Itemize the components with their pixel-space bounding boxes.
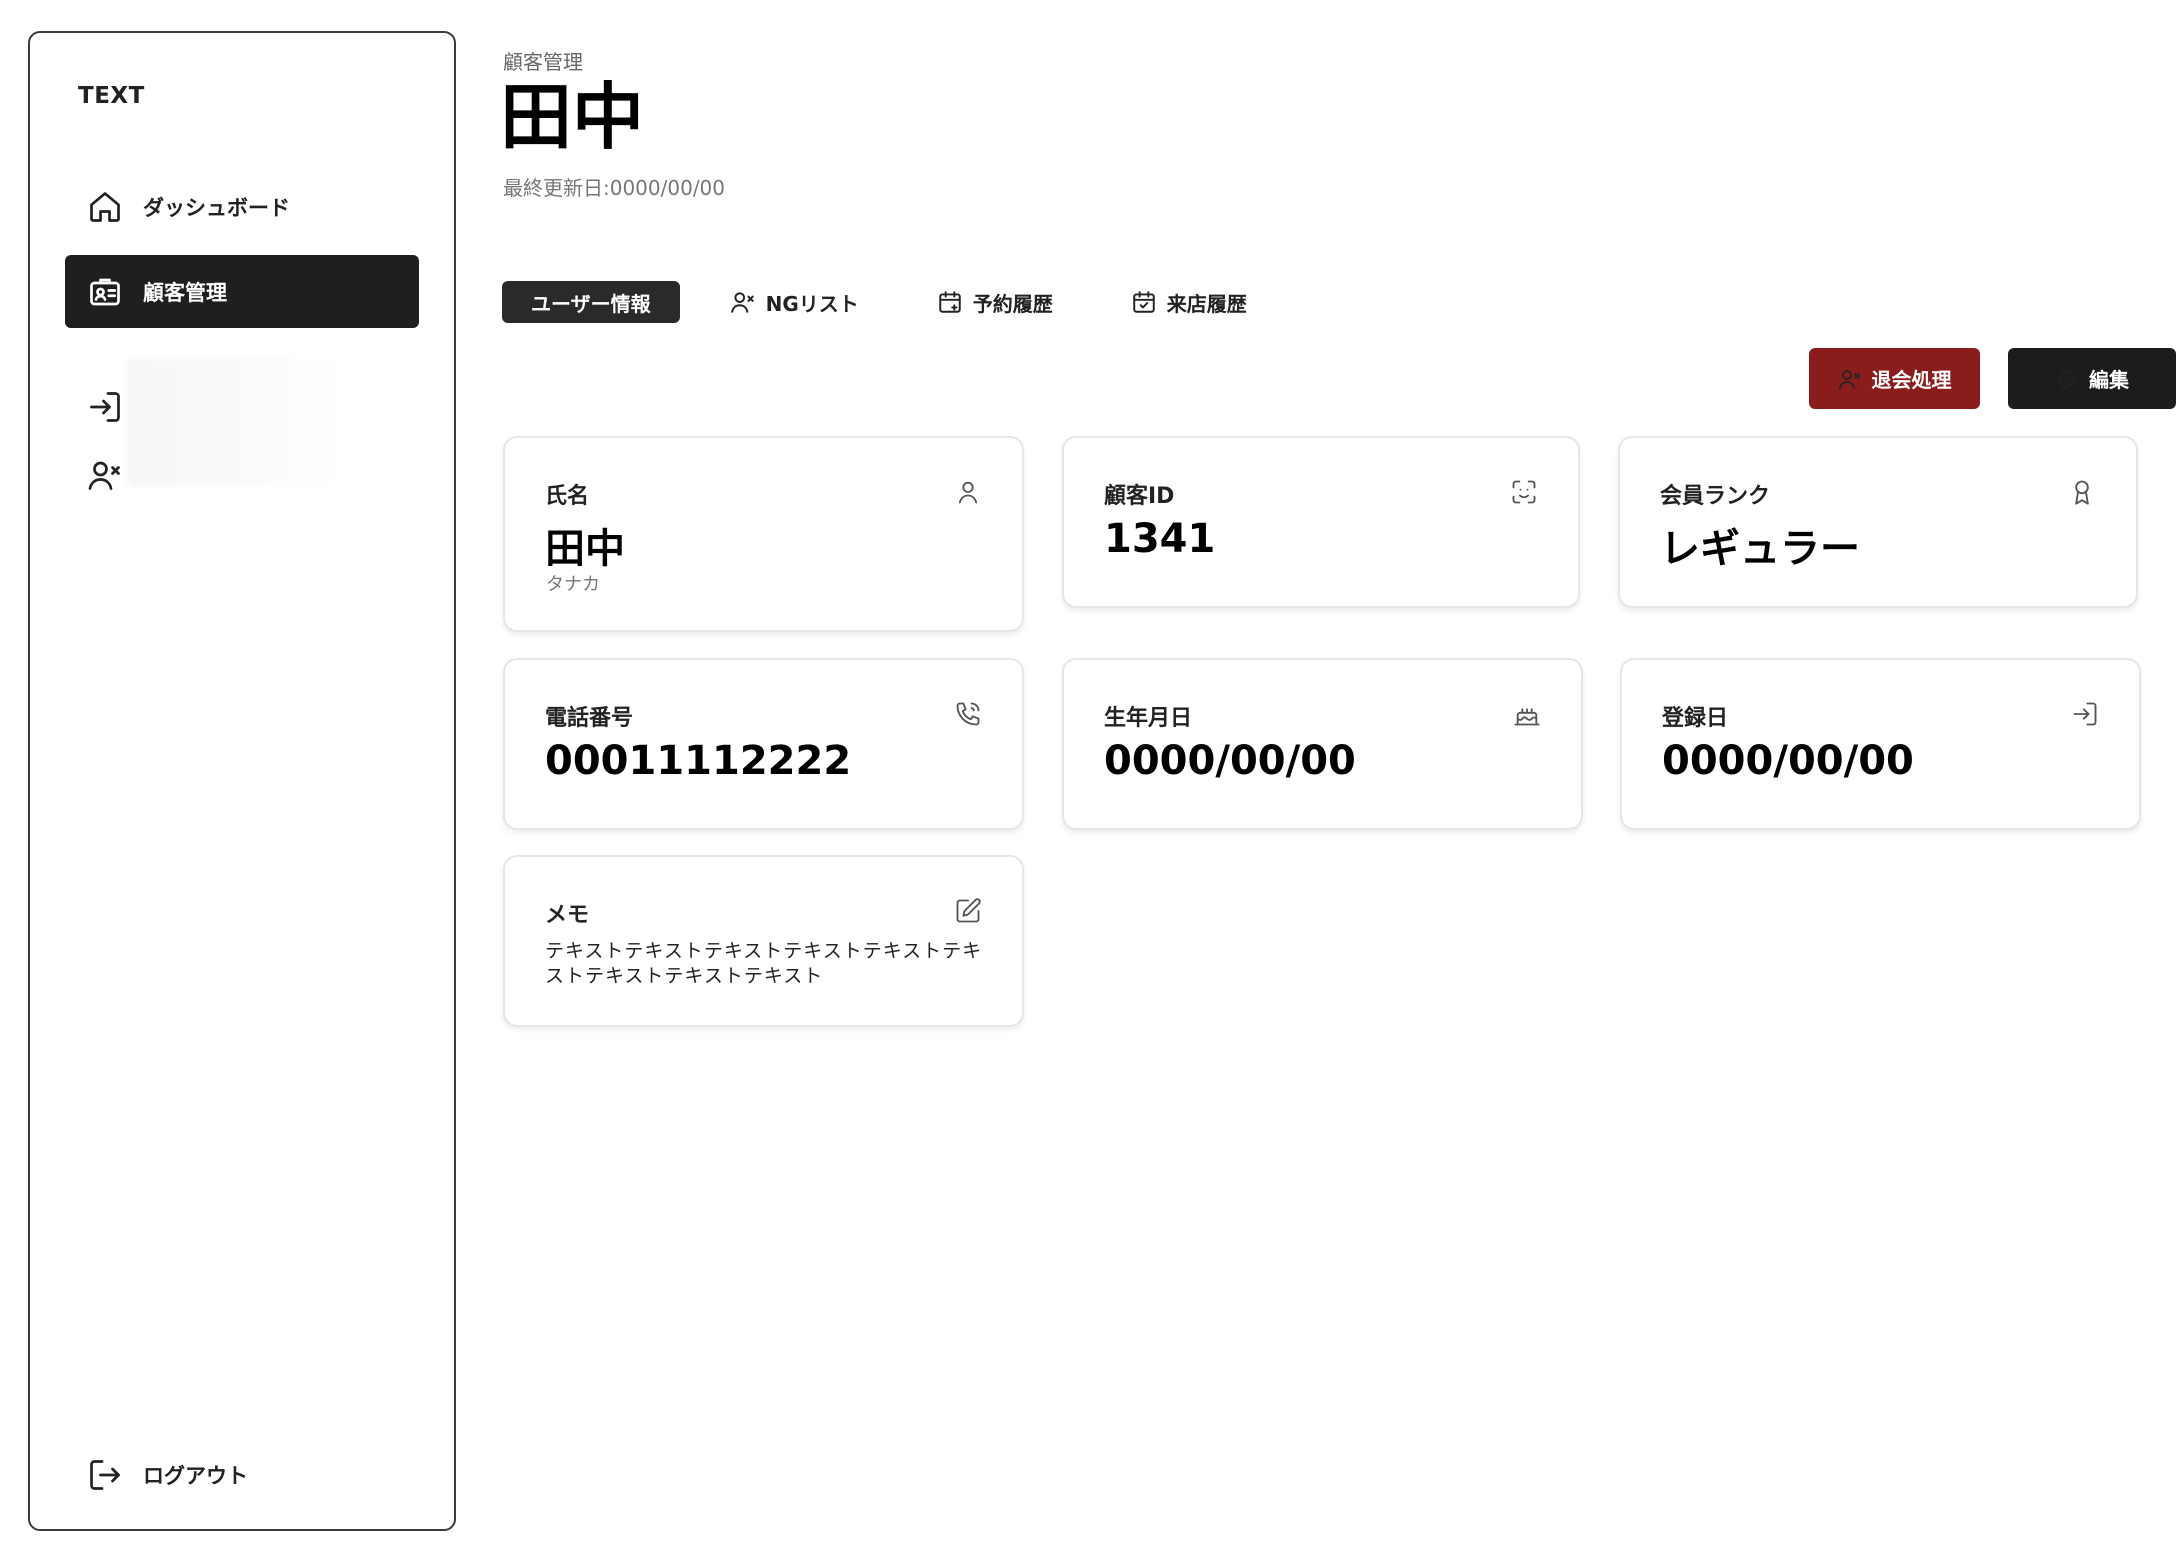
card-value: 0000/00/00 [1104, 738, 1356, 784]
card-birthday: 生年月日 0000/00/00 [1062, 658, 1583, 830]
tab-user-info[interactable]: ユーザー情報 [502, 281, 680, 323]
home-icon [85, 187, 125, 227]
scan-face-icon [1510, 478, 1538, 506]
card-label: メモ [545, 903, 590, 928]
app-root: TEXT ダッシュボード 顧客管理 ログアウト 顧客管理 田中 最終更新日:00… [0, 0, 2184, 1553]
tab-ng-list[interactable]: NGリスト [702, 281, 887, 323]
memo-text: テキストテキストテキストテキストテキストテキストテキストテキストテキスト [545, 940, 983, 987]
calendar-plus-icon [939, 291, 961, 313]
card-label: 生年月日 [1104, 706, 1193, 731]
sidebar-item-customers[interactable]: 顧客管理 [65, 255, 419, 328]
user-icon [954, 478, 982, 506]
card-value: 1341 [1104, 516, 1216, 562]
card-label: 顧客ID [1104, 484, 1175, 509]
login-icon [2071, 700, 2099, 728]
sidebar-item-dashboard[interactable]: ダッシュボード [65, 170, 419, 243]
card-label: 氏名 [545, 484, 590, 509]
tab-label: ユーザー情報 [531, 291, 651, 316]
card-label: 登録日 [1662, 706, 1729, 731]
tab-bar: ユーザー情報 NGリスト 予約履歴 来店履歴 [502, 281, 1297, 323]
logout-icon [85, 1455, 125, 1495]
card-name: 氏名 田中 タナカ [503, 436, 1024, 632]
sidebar: TEXT ダッシュボード 顧客管理 ログアウト [28, 31, 456, 1531]
tab-visit-history[interactable]: 来店履歴 [1103, 281, 1275, 323]
tab-label: NGリスト [765, 291, 859, 316]
edit-icon[interactable] [954, 897, 982, 925]
card-kana: タナカ [546, 574, 600, 595]
user-x-icon [85, 455, 125, 495]
card-phone: 電話番号 00011112222 [503, 658, 1024, 830]
edit-button[interactable]: 編集 [2008, 348, 2176, 409]
card-member-rank: 会員ランク レギュラー [1618, 436, 2138, 608]
last-updated-text: 最終更新日:0000/00/00 [503, 176, 726, 200]
withdraw-label: 退会処理 [1871, 368, 1952, 392]
login-icon [85, 387, 125, 427]
tab-label: 予約履歴 [972, 291, 1053, 316]
sidebar-item-label: 顧客管理 [143, 280, 227, 305]
redacted-nav-labels [126, 358, 344, 486]
user-x-icon [730, 292, 754, 313]
card-customer-id: 顧客ID 1341 [1062, 436, 1580, 608]
gear-icon [2058, 368, 2076, 389]
breadcrumb[interactable]: 顧客管理 [503, 46, 583, 75]
id-card-icon [85, 272, 125, 312]
user-x-icon [1838, 369, 1860, 389]
award-icon [2068, 478, 2096, 506]
cake-icon [1513, 700, 1541, 728]
calendar-check-icon [1133, 291, 1155, 313]
card-value: レギュラー [1660, 526, 1860, 572]
brand-logo: TEXT [78, 83, 145, 109]
logout-label: ログアウト [143, 1463, 248, 1488]
page-title: 田中 [500, 75, 645, 159]
logout-button[interactable]: ログアウト [65, 1438, 419, 1511]
tab-reservation-history[interactable]: 予約履歴 [909, 281, 1081, 323]
card-value: 0000/00/00 [1662, 738, 1914, 784]
phone-icon [954, 700, 982, 728]
card-registered-date: 登録日 0000/00/00 [1620, 658, 2141, 830]
tab-label: 来店履歴 [1166, 291, 1247, 316]
withdraw-button[interactable]: 退会処理 [1809, 348, 1980, 409]
card-memo: メモ テキストテキストテキストテキストテキストテキストテキストテキストテキスト [503, 855, 1024, 1027]
card-value: 田中 [545, 526, 625, 572]
edit-label: 編集 [2089, 368, 2129, 392]
card-label: 電話番号 [545, 706, 634, 731]
card-value: 00011112222 [545, 738, 852, 784]
card-label: 会員ランク [1660, 484, 1771, 509]
sidebar-item-label: ダッシュボード [143, 195, 290, 220]
